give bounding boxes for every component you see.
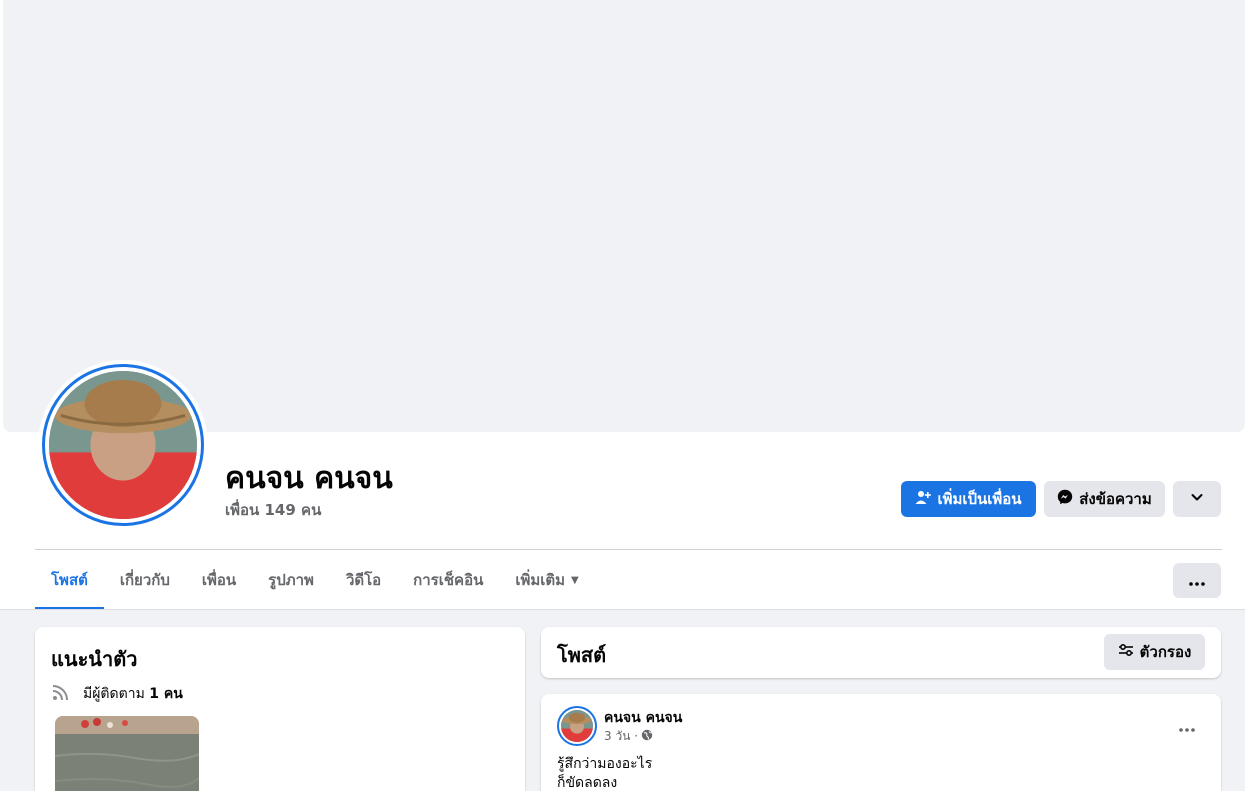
tab-about[interactable]: เกี่ยวกับ bbox=[104, 551, 186, 609]
post-author-avatar[interactable] bbox=[557, 706, 597, 746]
header-divider bbox=[35, 549, 1222, 550]
intro-featured-photo[interactable] bbox=[55, 716, 199, 791]
tab-more-label: เพิ่มเติม bbox=[515, 571, 566, 589]
followers-prefix: มีผู้ติดตาม bbox=[83, 686, 145, 702]
more-dots-icon bbox=[1189, 571, 1205, 590]
profile-name: คนจน คนจน bbox=[225, 461, 393, 496]
profile-actions-dropdown[interactable] bbox=[1173, 481, 1221, 517]
globe-icon bbox=[641, 729, 653, 744]
intro-title: แนะนำตัว bbox=[51, 647, 138, 671]
add-friend-button[interactable]: เพิ่มเป็นเพื่อน bbox=[901, 481, 1036, 517]
avatar bbox=[561, 710, 593, 742]
tab-photos[interactable]: รูปภาพ bbox=[252, 551, 330, 609]
tab-about-label: เกี่ยวกับ bbox=[119, 571, 170, 589]
profile-photo bbox=[49, 371, 197, 519]
tab-photos-label: รูปภาพ bbox=[268, 571, 314, 589]
filter-sliders-icon bbox=[1118, 642, 1134, 662]
header-bottom-border bbox=[0, 609, 1245, 610]
rss-feed-icon bbox=[51, 682, 71, 706]
followers-row[interactable]: มีผู้ติดตาม 1 คน bbox=[51, 682, 183, 706]
message-button[interactable]: ส่งข้อความ bbox=[1044, 481, 1165, 517]
post-card: คนจน คนจน 3 วัน · รู้สึกว่ามองอะไร ก็ขัด… bbox=[541, 694, 1221, 791]
message-label: ส่งข้อความ bbox=[1079, 490, 1152, 508]
tab-posts[interactable]: โพสต์ bbox=[35, 551, 104, 610]
caret-down-icon: ▼ bbox=[571, 574, 579, 586]
post-body: รู้สึกว่ามองอะไร ก็ขัดลดลง bbox=[557, 755, 652, 791]
post-timestamp[interactable]: 3 วัน · bbox=[604, 727, 638, 746]
profile-picture[interactable] bbox=[38, 360, 208, 530]
add-friend-label: เพิ่มเป็นเพื่อน bbox=[937, 490, 1022, 508]
post-line: รู้สึกว่ามองอะไร bbox=[557, 756, 653, 772]
tab-friends-label: เพื่อน bbox=[201, 571, 237, 589]
tab-videos-label: วิดีโอ bbox=[345, 571, 382, 589]
filter-button[interactable]: ตัวกรอง bbox=[1104, 634, 1205, 670]
tab-checkins[interactable]: การเช็คอิน bbox=[397, 551, 499, 609]
tab-friends[interactable]: เพื่อน bbox=[186, 551, 252, 609]
posts-header-card: โพสต์ ตัวกรอง bbox=[541, 627, 1221, 678]
profile-tabs: โพสต์ เกี่ยวกับ เพื่อน รูปภาพ วิดีโอ การ… bbox=[35, 551, 595, 610]
filter-label: ตัวกรอง bbox=[1139, 643, 1192, 661]
intro-card: แนะนำตัว มีผู้ติดตาม 1 คน bbox=[35, 627, 525, 791]
post-meta: 3 วัน · bbox=[604, 727, 653, 746]
cover-photo[interactable] bbox=[3, 0, 1245, 432]
post-line: ก็ขัดลดลง bbox=[557, 775, 618, 791]
tabs-more-button[interactable] bbox=[1173, 563, 1221, 598]
friends-count[interactable]: เพื่อน 149 คน bbox=[225, 498, 321, 522]
post-author-name[interactable]: คนจน คนจน bbox=[604, 707, 682, 729]
posts-title: โพสต์ bbox=[557, 643, 607, 667]
followers-count: 1 คน bbox=[149, 686, 183, 702]
tab-posts-label: โพสต์ bbox=[51, 571, 88, 589]
tab-checkins-label: การเช็คอิน bbox=[413, 571, 484, 589]
more-dots-icon bbox=[1179, 717, 1195, 736]
person-plus-icon bbox=[915, 489, 932, 509]
chevron-down-icon bbox=[1190, 490, 1204, 508]
messenger-icon bbox=[1057, 489, 1073, 509]
post-options-button[interactable] bbox=[1169, 708, 1205, 744]
tab-more[interactable]: เพิ่มเติม ▼ bbox=[499, 551, 594, 609]
tab-videos[interactable]: วิดีโอ bbox=[330, 551, 397, 609]
